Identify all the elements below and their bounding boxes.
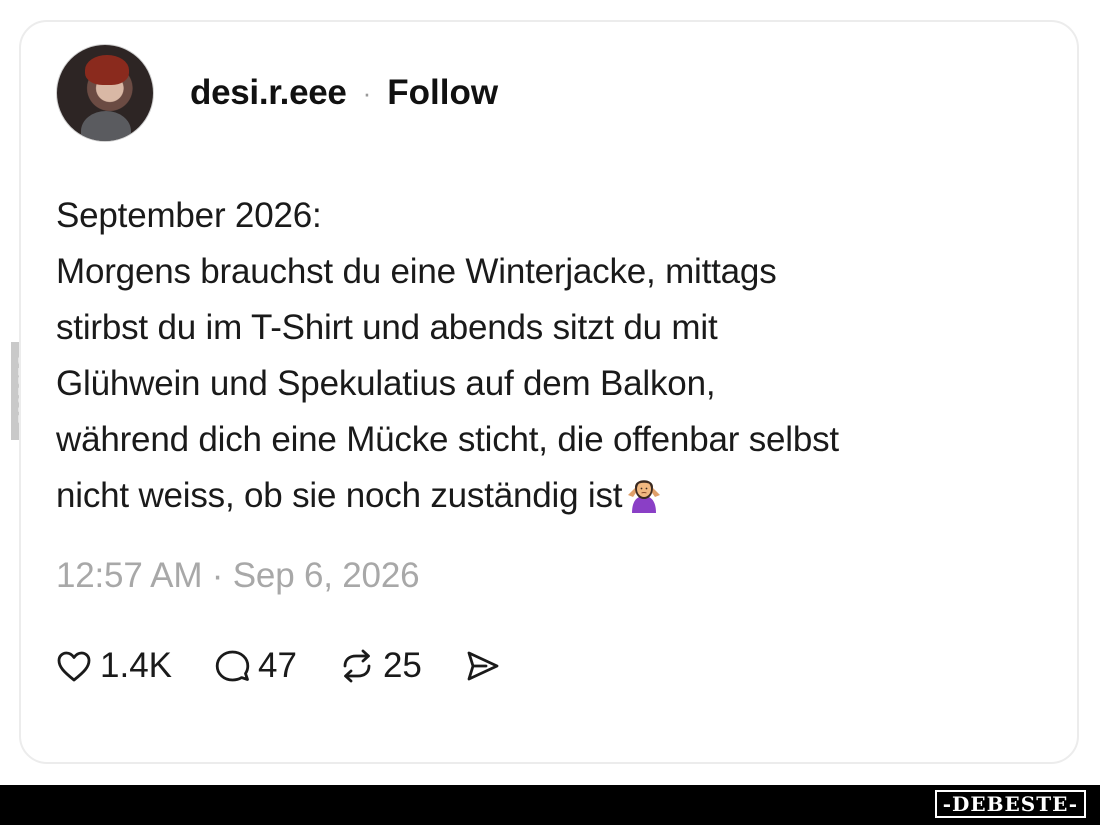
post-timestamp[interactable]: 12:57 AM · Sep 6, 2026 (56, 556, 420, 596)
action-bar: 1.4K 47 25 (54, 646, 542, 686)
share-button[interactable] (462, 646, 502, 686)
repost-button[interactable]: 25 (337, 646, 422, 686)
post-header: desi.r.eee · Follow (56, 44, 498, 142)
footer-bar: -DEBESTE- (0, 785, 1100, 825)
header-separator: · (362, 77, 372, 108)
heart-icon (57, 651, 91, 682)
post-text-line: nicht weiss, ob sie noch zuständig ist (56, 476, 623, 515)
send-icon (467, 651, 499, 681)
post-text-line: Morgens brauchst du eine Winterjacke, mi… (56, 252, 777, 291)
post-text-line: September 2026: (56, 196, 322, 235)
page: DEBESTE desi.r.eee · Follow September 20… (0, 0, 1100, 825)
like-button[interactable]: 1.4K (54, 646, 172, 686)
brand-logo: -DEBESTE- (934, 790, 1086, 818)
post-text-line: während dich eine Mücke sticht, die offe… (56, 420, 839, 459)
person-shrugging-emoji (628, 480, 661, 513)
comment-button[interactable]: 47 (212, 646, 297, 686)
post-text-line: Glühwein und Spekulatius auf dem Balkon, (56, 364, 716, 403)
avatar[interactable] (56, 44, 154, 142)
repost-count: 25 (382, 646, 422, 685)
post-text: September 2026: Morgens brauchst du eine… (56, 188, 1016, 524)
like-count: 1.4K (100, 646, 172, 685)
comment-count: 47 (258, 646, 297, 685)
comment-bubble-icon (215, 650, 250, 682)
username[interactable]: desi.r.eee (190, 73, 347, 113)
post-text-last-line: nicht weiss, ob sie noch zuständig ist (56, 468, 1016, 524)
post-text-line: stirbst du im T-Shirt und abends sitzt d… (56, 308, 718, 347)
follow-button[interactable]: Follow (387, 73, 498, 113)
repost-icon (343, 649, 371, 683)
